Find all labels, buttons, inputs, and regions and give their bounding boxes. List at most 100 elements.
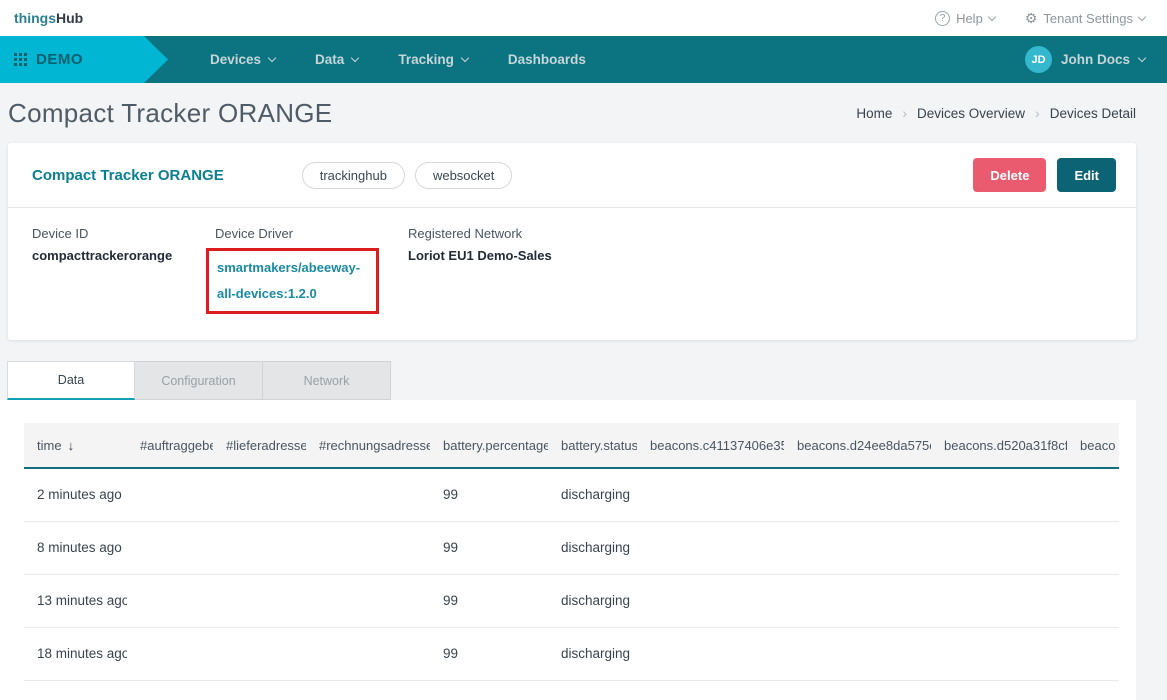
help-menu[interactable]: ? Help (935, 11, 995, 26)
column-header-rechnungsadresse[interactable]: #rechnungsadresse (306, 423, 430, 468)
user-menu[interactable]: JD John Docs (1025, 46, 1145, 73)
table-cell (637, 680, 784, 700)
device-details: Device ID compacttrackerorange Device Dr… (8, 208, 1136, 340)
table-row[interactable]: 24 minutes ago99discharging (24, 680, 1119, 700)
chevron-down-icon (268, 54, 276, 62)
table-cell: 8 minutes ago (24, 521, 127, 574)
data-table: time↓ #auftraggeber #lieferadresse #rechnun… (24, 423, 1119, 700)
table-body: 2 minutes ago99discharging8 minutes ago 9… (24, 468, 1119, 700)
nav-item-devices[interactable]: Devices (210, 52, 275, 67)
table-row[interactable]: 13 minutes ago99discharging (24, 574, 1119, 627)
device-id-label: Device ID (32, 226, 215, 241)
table-cell: discharging (548, 574, 637, 627)
column-header-label: #lieferadresse (226, 438, 306, 453)
table-cell: discharging (548, 680, 637, 700)
nav-menu: Devices Data Tracking Dashboards (210, 52, 586, 67)
column-header-beacons-d24ee8da575c[interactable]: beacons.d24ee8da575c (784, 423, 931, 468)
tab-configuration[interactable]: Configuration (135, 361, 263, 400)
column-header-battery-percentage[interactable]: battery.percentage (430, 423, 548, 468)
table-row[interactable]: 18 minutes ago 99discharging (24, 627, 1119, 680)
nav-item-label: Devices (210, 52, 261, 67)
column-header-beacons-d520a31f8cf2[interactable]: beacons.d520a31f8cf2 (931, 423, 1067, 468)
table-cell (931, 468, 1067, 521)
edit-button[interactable]: Edit (1057, 158, 1116, 192)
table-cell (1067, 574, 1119, 627)
column-header-label: #auftraggeber (140, 438, 213, 453)
table-cell (1067, 627, 1119, 680)
column-header-label: beacons.d24ee8da575c (797, 438, 931, 453)
table-cell: 13 minutes ago (24, 574, 127, 627)
table-cell: 99 (430, 627, 548, 680)
column-header-beaco[interactable]: beaco (1067, 423, 1119, 468)
device-id-value: compacttrackerorange (32, 248, 215, 263)
table-cell (213, 627, 306, 680)
table-cell (784, 680, 931, 700)
help-icon: ? (935, 11, 950, 26)
highlight-annotation-box: smartmakers/abeeway-all-devices:1.2.0 (206, 248, 379, 314)
table-cell (784, 627, 931, 680)
nav-item-dashboards[interactable]: Dashboards (508, 52, 586, 67)
nav-item-label: Dashboards (508, 52, 586, 67)
tenant-settings-label: Tenant Settings (1043, 11, 1133, 26)
table-cell (213, 680, 306, 700)
table-cell (931, 574, 1067, 627)
column-header-auftraggeber[interactable]: #auftraggeber (127, 423, 213, 468)
table-cell (637, 627, 784, 680)
table-cell (931, 521, 1067, 574)
gear-icon: ⚙ (1025, 11, 1038, 25)
nav-item-label: Data (315, 52, 344, 67)
table-cell (213, 574, 306, 627)
table-cell: 18 minutes ago (24, 627, 127, 680)
table-row[interactable]: 2 minutes ago99discharging (24, 468, 1119, 521)
table-cell (784, 574, 931, 627)
table-cell: 99 (430, 468, 548, 521)
thingshub-logo[interactable]: thingsHub (14, 10, 83, 26)
column-header-time[interactable]: time↓ (24, 423, 127, 468)
table-cell: 24 minutes ago (24, 680, 127, 700)
delete-button[interactable]: Delete (973, 158, 1046, 192)
column-header-lieferadresse[interactable]: #lieferadresse (213, 423, 306, 468)
breadcrumb-devices-overview[interactable]: Devices Overview (917, 106, 1025, 121)
table-cell (127, 468, 213, 521)
table-cell (213, 521, 306, 574)
column-header-label: #rechnungsadresse (319, 438, 430, 453)
breadcrumb-home[interactable]: Home (856, 106, 892, 121)
registered-network-value: Loriot EU1 Demo-Sales (408, 248, 552, 263)
apps-grid-icon (14, 53, 27, 66)
column-header-battery-status[interactable]: battery.status (548, 423, 637, 468)
table-cell (784, 468, 931, 521)
data-table-container: time↓ #auftraggeber #lieferadresse #rechnun… (24, 423, 1119, 700)
column-header-beacons-c41137406e35[interactable]: beacons.c41137406e35 (637, 423, 784, 468)
main-navbar: DEMO Devices Data Tracking Dashboards JD Jo… (0, 36, 1167, 83)
column-header-label: battery.status (561, 438, 637, 453)
device-driver-link[interactable]: smartmakers/abeeway-all-devices:1.2.0 (217, 255, 368, 307)
table-cell (1067, 680, 1119, 700)
table-cell: 99 (430, 521, 548, 574)
tab-network[interactable]: Network (263, 361, 391, 400)
tenant-switcher[interactable]: DEMO (0, 36, 168, 83)
table-header-row: time↓ #auftraggeber #lieferadresse #rechnun… (24, 423, 1119, 468)
column-header-label: time (37, 438, 62, 453)
nav-item-tracking[interactable]: Tracking (398, 52, 468, 67)
nav-item-data[interactable]: Data (315, 52, 358, 67)
table-cell (931, 627, 1067, 680)
tenant-settings-menu[interactable]: ⚙ Tenant Settings (1025, 11, 1145, 26)
table-cell (127, 627, 213, 680)
avatar: JD (1025, 46, 1052, 73)
table-cell (637, 468, 784, 521)
chevron-down-icon (1138, 12, 1146, 20)
table-cell (931, 680, 1067, 700)
table-row[interactable]: 8 minutes ago99discharging (24, 521, 1119, 574)
table-cell (637, 574, 784, 627)
device-driver-label: Device Driver (215, 226, 408, 241)
page-title: Compact Tracker ORANGE (8, 98, 332, 129)
table-cell (127, 680, 213, 700)
breadcrumb-devices-detail: Devices Detail (1050, 106, 1136, 121)
help-label: Help (956, 11, 983, 26)
tab-data[interactable]: Data (7, 361, 135, 400)
table-cell: discharging (548, 468, 637, 521)
registered-network-label: Registered Network (408, 226, 552, 241)
table-cell (127, 574, 213, 627)
data-tab-panel: time↓ #auftraggeber #lieferadresse #rechnun… (0, 400, 1136, 700)
table-cell: discharging (548, 627, 637, 680)
